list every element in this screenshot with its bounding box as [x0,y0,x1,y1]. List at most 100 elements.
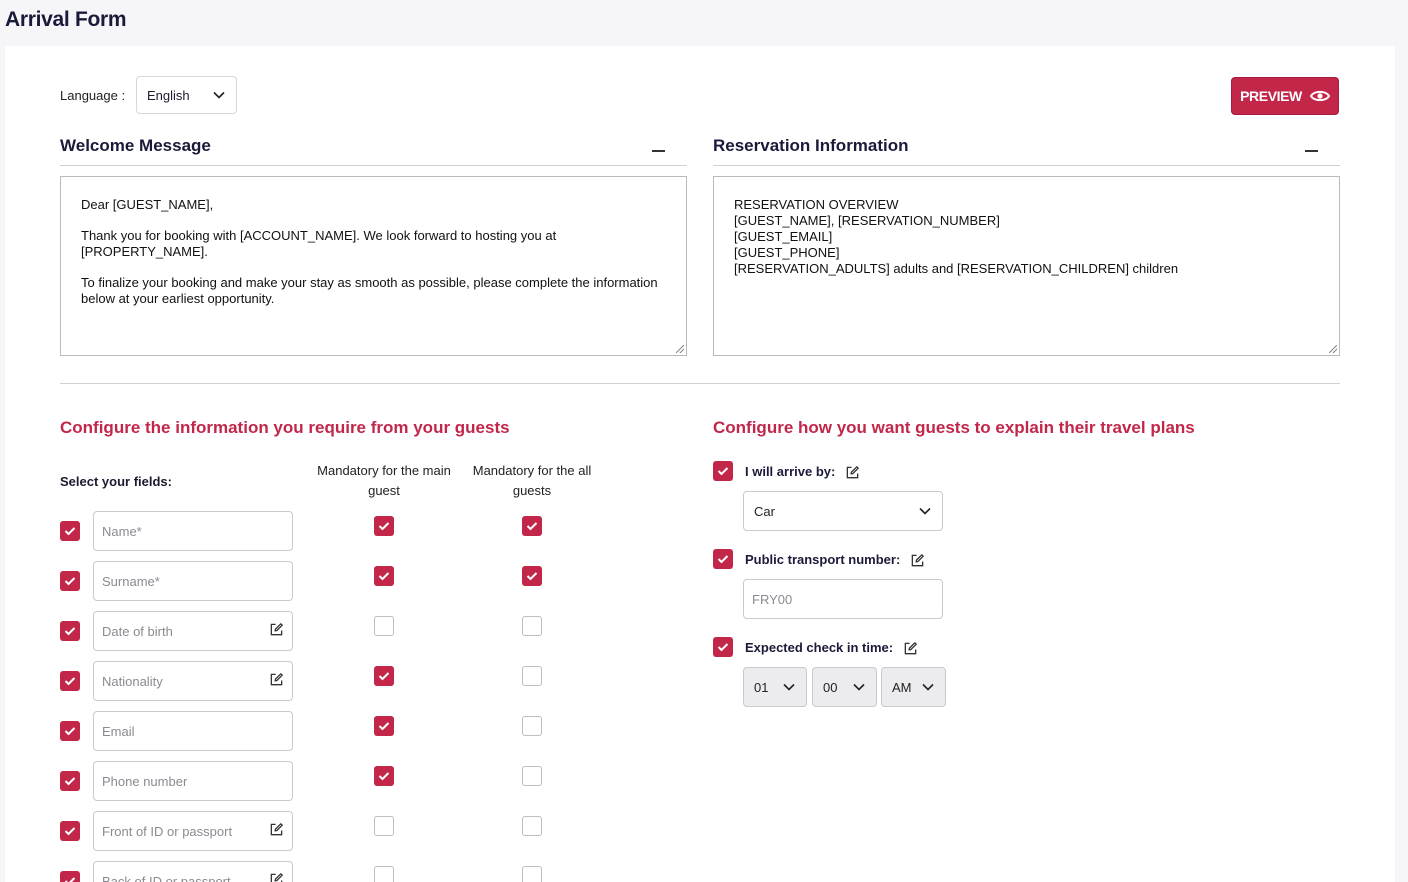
field-enable-checkbox[interactable] [60,771,80,791]
mandatory-main-checkbox[interactable] [374,816,394,836]
edit-icon[interactable] [845,465,860,480]
section-divider [60,383,1340,384]
chevron-down-icon [213,91,225,99]
edit-icon-wrapper[interactable] [269,822,284,840]
mandatory-all-checkbox[interactable] [522,816,542,836]
transport-number-label: Public transport number: [745,552,925,568]
transport-number-input[interactable]: FRY00 [743,579,943,619]
mandatory-main-checkbox[interactable] [374,566,394,586]
hour-select[interactable]: 01 [743,667,807,707]
collapse-icon[interactable] [652,150,665,152]
check-icon [526,522,538,531]
edit-icon[interactable] [269,872,284,882]
arrive-by-checkbox[interactable] [713,461,733,481]
mandatory-main-checkbox[interactable] [374,666,394,686]
field-enable-checkbox[interactable] [60,621,80,641]
collapse-icon[interactable] [1305,150,1318,152]
reservation-info-textarea[interactable]: RESERVATION OVERVIEW [GUEST_NAME], [RESE… [713,176,1340,356]
check-icon [717,643,729,652]
select-fields-label: Select your fields: [60,474,172,489]
eye-icon [1309,90,1330,102]
minute-select[interactable]: 00 [812,667,877,707]
mandatory-all-checkbox[interactable] [522,766,542,786]
preview-label: PREVIEW [1240,88,1302,104]
chevron-down-icon [853,683,865,691]
guest-field-input[interactable]: Surname* [93,561,293,601]
check-icon [64,577,76,586]
page-title: Arrival Form [5,8,127,31]
arrive-by-value: Car [754,503,775,519]
guest-field-placeholder: Name* [102,523,142,539]
preview-button[interactable]: PREVIEW [1231,77,1339,115]
ampm-select[interactable]: AM [881,667,946,707]
edit-icon[interactable] [269,822,284,837]
guest-field-input[interactable]: Email [93,711,293,751]
arrive-by-select[interactable]: Car [743,491,943,531]
check-icon [64,627,76,636]
field-enable-checkbox[interactable] [60,571,80,591]
transport-number-placeholder: FRY00 [752,591,793,607]
welcome-paragraph: Thank you for booking with [ACCOUNT_NAME… [81,228,557,259]
guest-field-placeholder: Back of ID or passport [102,873,231,882]
field-enable-checkbox[interactable] [60,871,80,882]
mandatory-all-checkbox[interactable] [522,666,542,686]
mandatory-main-checkbox[interactable] [374,866,394,882]
edit-icon[interactable] [269,622,284,637]
check-icon [526,572,538,581]
field-enable-checkbox[interactable] [60,671,80,691]
mandatory-all-checkbox[interactable] [522,866,542,882]
guest-field-input[interactable]: Front of ID or passport [93,811,293,851]
resize-handle[interactable] [1329,345,1337,353]
mandatory-main-checkbox[interactable] [374,716,394,736]
reservation-line: [RESERVATION_ADULTS] adults and [RESERVA… [734,261,1179,276]
welcome-message-textarea[interactable]: Dear [GUEST_NAME], Thank you for booking… [60,176,687,356]
edit-icon-wrapper[interactable] [269,672,284,690]
field-enable-checkbox[interactable] [60,721,80,741]
guest-field-placeholder: Front of ID or passport [102,823,233,839]
check-icon [64,727,76,736]
edit-icon[interactable] [910,553,925,568]
reservation-header: Reservation Information [713,126,1340,166]
check-icon [717,555,729,564]
field-enable-checkbox[interactable] [60,521,80,541]
transport-number-text: Public transport number: [745,552,901,567]
welcome-header: Welcome Message [60,126,687,166]
minute-value: 00 [823,679,838,695]
check-icon [64,827,76,836]
guest-field-input[interactable]: Back of ID or passport [93,861,293,882]
mandatory-main-checkbox[interactable] [374,616,394,636]
arrive-by-text: I will arrive by: [745,464,836,479]
guest-field-input[interactable]: Name* [93,511,293,551]
check-icon [64,777,76,786]
reservation-line: [GUEST_EMAIL] [734,229,833,244]
mandatory-all-checkbox[interactable] [522,616,542,636]
resize-handle[interactable] [676,345,684,353]
edit-icon-wrapper[interactable] [269,872,284,882]
reservation-title: Reservation Information [713,136,909,155]
guest-field-input[interactable]: Date of birth [93,611,293,651]
check-icon [378,672,390,681]
welcome-title: Welcome Message [60,136,211,155]
language-value: English [147,87,190,103]
transport-number-checkbox[interactable] [713,549,733,569]
ampm-value: AM [892,679,912,695]
mandatory-all-checkbox[interactable] [522,566,542,586]
mandatory-all-checkbox[interactable] [522,716,542,736]
chevron-down-icon [783,683,795,691]
guest-field-input[interactable]: Phone number [93,761,293,801]
language-select[interactable]: English [136,76,237,114]
mandatory-main-checkbox[interactable] [374,766,394,786]
field-enable-checkbox[interactable] [60,821,80,841]
mandatory-all-checkbox[interactable] [522,516,542,536]
guest-config-title: Configure the information you require fr… [60,418,510,437]
reservation-line: [GUEST_PHONE] [734,245,840,260]
checkin-time-checkbox[interactable] [713,637,733,657]
check-icon [378,772,390,781]
col-main-guest-header: Mandatory for the main guest [317,463,451,498]
edit-icon-wrapper[interactable] [269,622,284,640]
guest-field-input[interactable]: Nationality [93,661,293,701]
mandatory-main-checkbox[interactable] [374,516,394,536]
edit-icon[interactable] [903,641,918,656]
edit-icon[interactable] [269,672,284,687]
checkin-time-label: Expected check in time: [745,640,918,656]
